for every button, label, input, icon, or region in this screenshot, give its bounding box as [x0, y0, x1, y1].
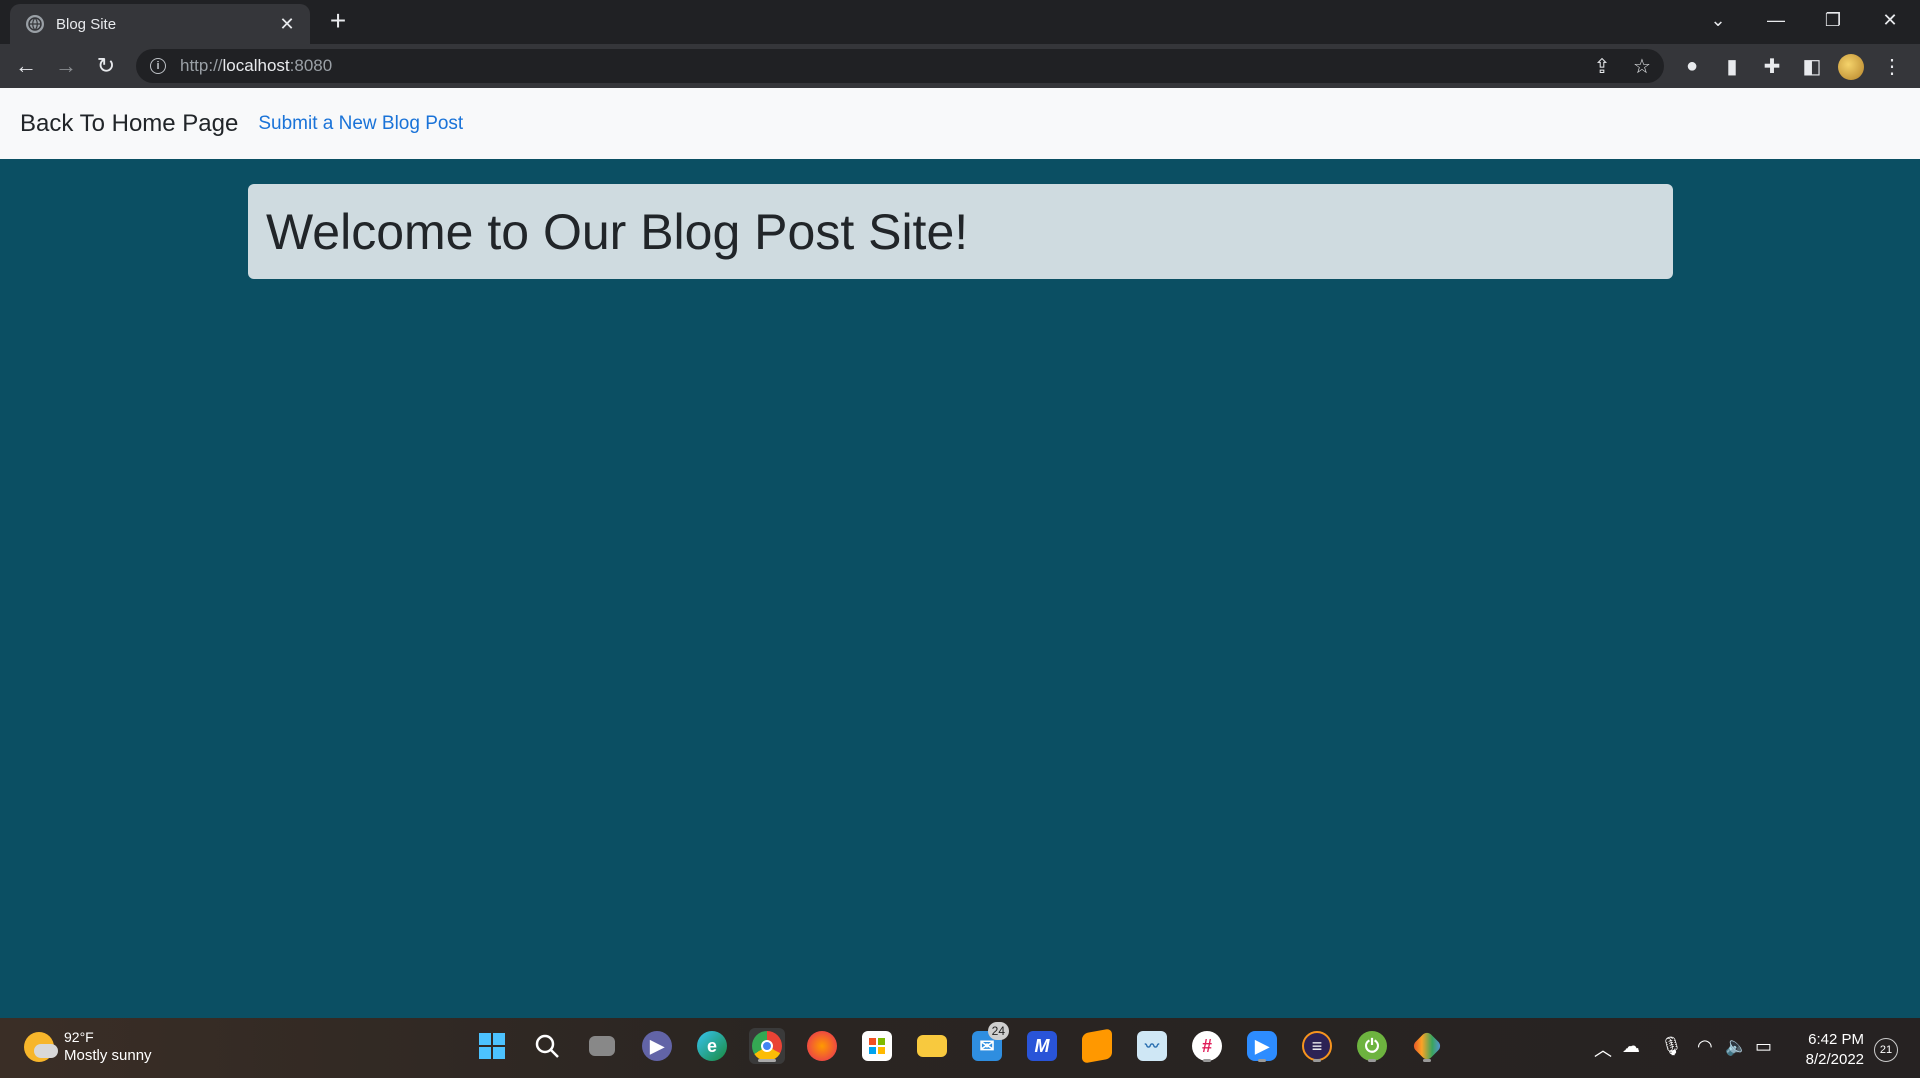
forward-arrow-icon[interactable]: →	[50, 50, 82, 82]
file-explorer-icon[interactable]	[914, 1028, 950, 1064]
spring-tools-icon[interactable]: ⏻	[1354, 1028, 1390, 1064]
partly-sunny-icon	[24, 1032, 58, 1062]
microphone-icon[interactable]: 🎙	[1660, 1036, 1683, 1057]
site-info-icon[interactable]: i	[150, 58, 166, 74]
weather-condition: Mostly sunny	[64, 1047, 152, 1064]
close-tab-icon[interactable]: ✕	[276, 14, 298, 35]
home-link[interactable]: Back To Home Page	[20, 110, 238, 138]
firefox-icon[interactable]	[804, 1028, 840, 1064]
browser-menu-icon[interactable]: ⋮	[1876, 50, 1908, 82]
browser-tab[interactable]: Blog Site ✕	[10, 4, 310, 44]
page-title: Welcome to Our Blog Post Site!	[266, 203, 969, 260]
extension-icon[interactable]: ●	[1676, 50, 1708, 82]
url-text: http://localhost:8080	[180, 56, 332, 76]
mail-icon[interactable]: ✉ 24	[969, 1022, 1009, 1064]
minimize-icon[interactable]: —	[1748, 0, 1804, 40]
clock-time: 6:42 PM	[1808, 1031, 1864, 1048]
back-arrow-icon[interactable]: ←	[10, 50, 42, 82]
task-view-icon[interactable]	[584, 1028, 620, 1064]
start-icon[interactable]	[474, 1028, 510, 1064]
browser-tab-strip: Blog Site ✕ + ⌄ — ❐ ✕	[0, 0, 1920, 44]
profile-avatar[interactable]	[1838, 54, 1864, 80]
url-port: :8080	[289, 56, 333, 75]
volume-icon[interactable]: 🔈	[1725, 1036, 1747, 1057]
onedrive-icon[interactable]: ☁	[1622, 1036, 1640, 1057]
weather-widget[interactable]: 92°F Mostly sunny	[24, 1028, 152, 1066]
notification-count-badge[interactable]: 21	[1874, 1038, 1898, 1062]
address-bar[interactable]: i http://localhost:8080	[136, 49, 1664, 83]
weather-temp: 92°F	[64, 1029, 94, 1045]
tab-search-icon[interactable]: ⌄	[1690, 0, 1746, 40]
teams-chat-icon[interactable]: ▶	[639, 1028, 675, 1064]
tab-title: Blog Site	[56, 15, 117, 33]
sublime-icon[interactable]	[1079, 1028, 1115, 1064]
share-icon[interactable]: ⇪	[1588, 52, 1616, 80]
performance-monitor-icon[interactable]: 〰	[1134, 1028, 1170, 1064]
puzzle-extensions-icon[interactable]: ✚	[1756, 50, 1788, 82]
window-close-icon[interactable]: ✕	[1862, 0, 1918, 40]
reader-extension-icon[interactable]: ▮	[1716, 50, 1748, 82]
store-icon[interactable]	[859, 1028, 895, 1064]
battery-icon[interactable]: ▭	[1755, 1036, 1772, 1057]
chrome-icon[interactable]	[749, 1028, 785, 1064]
git-tool-icon[interactable]	[1409, 1028, 1445, 1064]
wifi-icon[interactable]: ◠	[1697, 1036, 1713, 1057]
browser-toolbar: ← → ↻ i http://localhost:8080 ⇪ ☆ ● ▮ ✚ …	[0, 44, 1920, 88]
eclipse-icon[interactable]: ≡	[1299, 1028, 1335, 1064]
search-icon[interactable]	[529, 1028, 565, 1064]
reload-icon[interactable]: ↻	[90, 50, 122, 82]
mail-badge: 24	[987, 1022, 1009, 1040]
new-tab-button[interactable]: +	[322, 6, 354, 38]
slack-icon[interactable]: #	[1189, 1028, 1225, 1064]
system-clock[interactable]: 6:42 PM 8/2/2022	[1780, 1030, 1864, 1070]
submit-post-link[interactable]: Submit a New Blog Post	[258, 113, 463, 135]
bookmark-star-icon[interactable]: ☆	[1628, 52, 1656, 80]
clock-date: 8/2/2022	[1805, 1051, 1864, 1068]
side-panel-icon[interactable]: ◧	[1796, 50, 1828, 82]
globe-icon	[26, 15, 44, 33]
site-navbar: Back To Home Page Submit a New Blog Post	[0, 88, 1920, 159]
edge-icon[interactable]: e	[694, 1028, 730, 1064]
notepad-app-icon[interactable]: M	[1024, 1028, 1060, 1064]
zoom-icon[interactable]: ▶	[1244, 1028, 1280, 1064]
taskbar: 92°F Mostly sunny ▶ e ✉ 24 M 〰 # ▶ ≡ ⏻ ︿…	[0, 1018, 1920, 1078]
url-host: localhost	[222, 56, 290, 75]
url-scheme: http://	[180, 56, 223, 75]
chevron-up-icon[interactable]: ︿	[1594, 1036, 1612, 1062]
restore-icon[interactable]: ❐	[1805, 0, 1861, 40]
welcome-banner: Welcome to Our Blog Post Site!	[248, 184, 1673, 279]
